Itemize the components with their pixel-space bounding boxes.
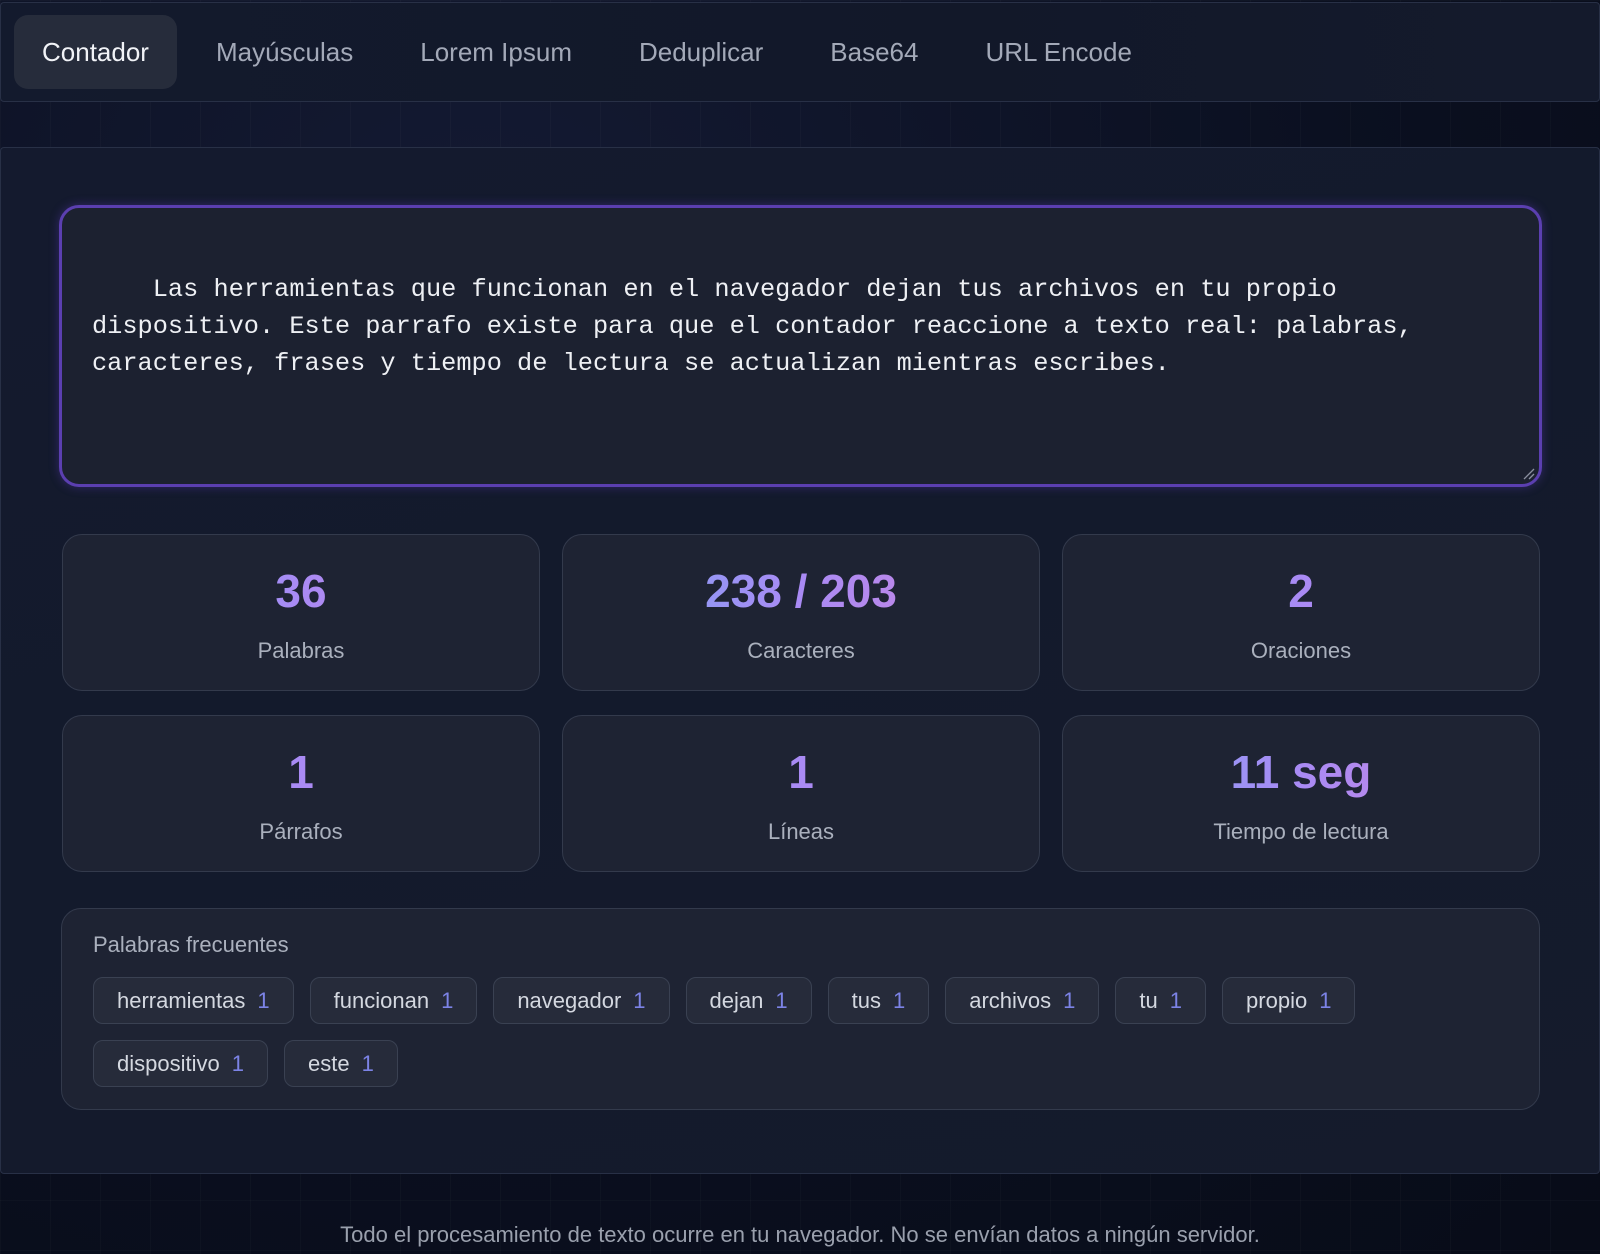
word-chip: propio 1 <box>1222 977 1356 1024</box>
word-chip-count: 1 <box>361 1050 374 1076</box>
word-chip-label: propio <box>1246 987 1308 1013</box>
word-chip: dejan 1 <box>685 977 812 1024</box>
word-chip-count: 1 <box>633 987 646 1013</box>
tab-contador[interactable]: Contador <box>14 15 177 89</box>
word-chip-count: 1 <box>257 987 270 1013</box>
stat-card-lines: 1 Líneas <box>562 715 1040 872</box>
word-chip: tus 1 <box>827 977 930 1024</box>
stat-label-paragraphs: Párrafos <box>259 819 343 844</box>
word-chip-count: 1 <box>775 987 788 1013</box>
resize-handle-icon[interactable] <box>1521 466 1535 480</box>
stat-label-characters: Caracteres <box>747 638 855 663</box>
word-chip-label: dejan <box>709 987 764 1013</box>
word-chip-count: 1 <box>1063 987 1076 1013</box>
stat-card-words: 36 Palabras <box>62 534 540 691</box>
privacy-footer-note: Todo el procesamiento de texto ocurre en… <box>340 1222 1260 1247</box>
stat-value-characters: 238 / 203 <box>563 563 1039 619</box>
word-chip-count: 1 <box>231 1050 244 1076</box>
tool-tab-bar: Contador Mayúsculas Lorem Ipsum Deduplic… <box>0 2 1600 102</box>
tab-lorem-ipsum[interactable]: Lorem Ipsum <box>392 15 600 89</box>
word-chip-label: navegador <box>517 987 622 1013</box>
text-input-area[interactable]: Las herramientas que funcionan en el nav… <box>59 205 1542 487</box>
word-chip-count: 1 <box>1319 987 1332 1013</box>
stat-card-paragraphs: 1 Párrafos <box>62 715 540 872</box>
tab-deduplicar[interactable]: Deduplicar <box>611 15 791 89</box>
frequent-words-card: Palabras frecuentes herramientas 1 funcio… <box>61 908 1540 1110</box>
stat-label-lines: Líneas <box>767 819 835 844</box>
stat-label-sentences: Oraciones <box>1250 638 1352 663</box>
word-chip-label: este <box>307 1050 350 1076</box>
word-chip: herramientas 1 <box>93 977 294 1024</box>
word-chip-label: tu <box>1139 987 1158 1013</box>
stat-value-paragraphs: 1 <box>63 744 539 800</box>
word-chip: navegador 1 <box>493 977 670 1024</box>
stat-value-reading-time: 11 seg <box>1063 744 1539 800</box>
frequent-words-list: herramientas 1 funcionan 1 navegador 1 deja… <box>93 977 1513 1087</box>
word-chip-label: funcionan <box>333 987 430 1013</box>
stat-value-sentences: 2 <box>1063 563 1539 619</box>
counter-panel: Las herramientas que funcionan en el nav… <box>0 147 1600 1174</box>
tab-mayusculas[interactable]: Mayúsculas <box>188 15 381 89</box>
word-chip-count: 1 <box>1169 987 1183 1013</box>
word-chip: tu 1 <box>1115 977 1207 1024</box>
word-chip-count: 1 <box>441 987 454 1013</box>
word-chip: archivos 1 <box>945 977 1100 1024</box>
word-chip-label: archivos <box>969 987 1052 1013</box>
stat-value-words: 36 <box>63 563 539 619</box>
word-chip: funcionan 1 <box>309 977 478 1024</box>
tab-base64[interactable]: Base64 <box>802 15 946 89</box>
stat-card-sentences: 2 Oraciones <box>1062 534 1540 691</box>
word-chip-count: 1 <box>893 987 906 1013</box>
word-chip-label: herramientas <box>117 987 246 1013</box>
frequent-words-title: Palabras frecuentes <box>93 932 289 957</box>
stat-card-reading-time: 11 seg Tiempo de lectura <box>1062 715 1540 872</box>
word-chip-label: tus <box>851 987 881 1013</box>
word-chip: este 1 <box>283 1040 398 1087</box>
word-chip-label: dispositivo <box>117 1050 220 1076</box>
stat-label-reading-time: Tiempo de lectura <box>1213 819 1389 844</box>
stat-label-words: Palabras <box>257 638 345 663</box>
stat-value-lines: 1 <box>563 744 1039 800</box>
stat-card-characters: 238 / 203 Caracteres <box>562 534 1040 691</box>
tab-url-encode[interactable]: URL Encode <box>957 15 1159 89</box>
text-input-content: Las herramientas que funcionan en el nav… <box>92 275 1428 378</box>
word-chip: dispositivo 1 <box>93 1040 268 1087</box>
